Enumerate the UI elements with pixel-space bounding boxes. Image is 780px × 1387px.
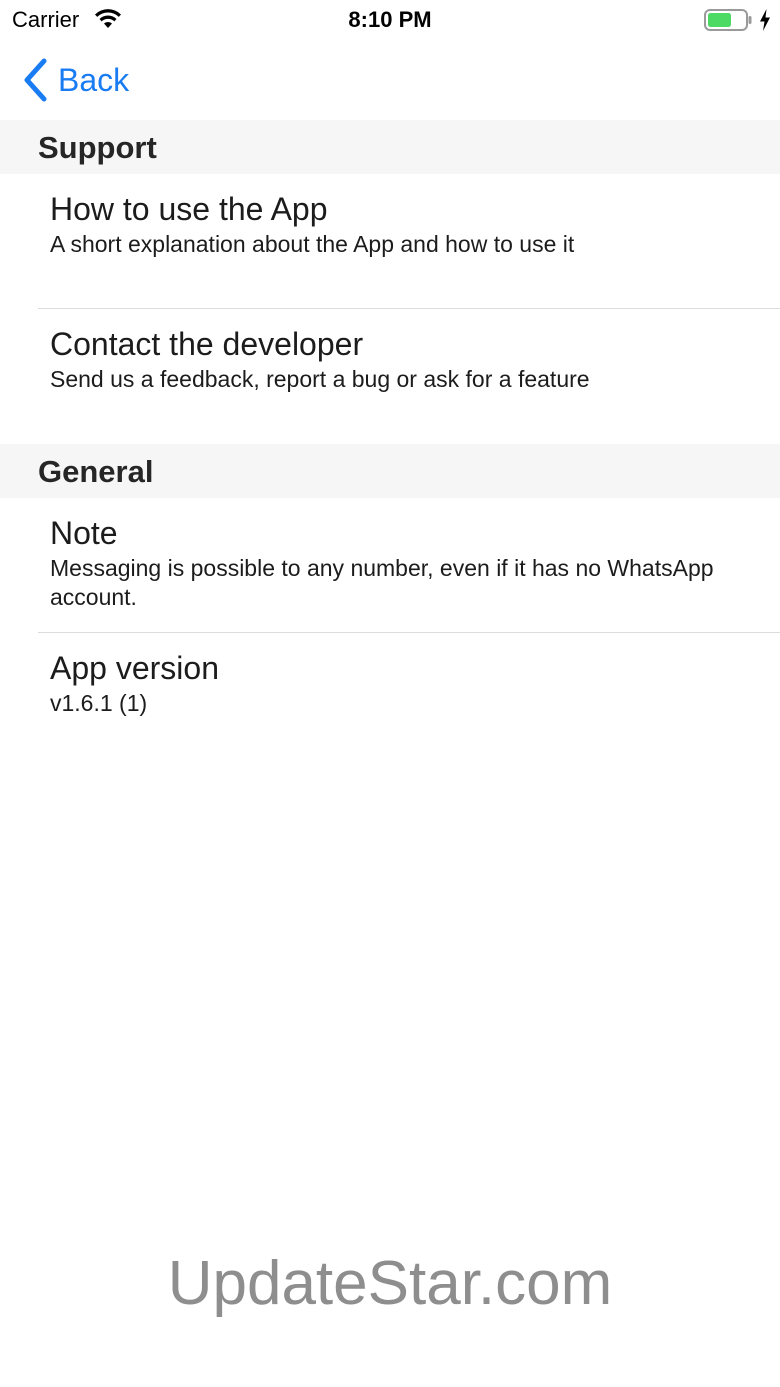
section-title: Support <box>38 130 157 165</box>
cell-subtitle: A short explanation about the App and ho… <box>50 231 575 257</box>
cell-subtitle: v1.6.1 (1) <box>50 690 148 716</box>
cell-subtitle: Send us a feedback, report a bug or ask … <box>50 366 590 392</box>
clock: 8:10 PM <box>348 7 432 32</box>
cell-note[interactable]: Note Messaging is possible to any number… <box>0 498 780 632</box>
charging-bolt-icon <box>760 9 770 31</box>
cell-title: Contact the developer <box>50 326 364 362</box>
section-header-general: General <box>0 444 780 498</box>
status-bar: Carrier 8:10 PM <box>0 0 780 40</box>
cell-how-to-use[interactable]: How to use the App A short explanation a… <box>0 174 780 308</box>
cell-subtitle: Messaging is possible to any number, eve… <box>50 555 714 610</box>
back-label: Back <box>58 62 130 98</box>
cell-title: Note <box>50 515 118 551</box>
watermark: UpdateStar.com <box>167 1249 613 1318</box>
cell-title: How to use the App <box>50 191 328 227</box>
cell-app-version[interactable]: App version v1.6.1 (1) <box>0 633 780 733</box>
cell-contact-developer[interactable]: Contact the developer Send us a feedback… <box>0 309 780 444</box>
battery-icon <box>704 9 752 31</box>
cell-title: App version <box>50 650 219 686</box>
section-title: General <box>38 454 154 489</box>
navigation-bar: Back <box>0 40 780 120</box>
back-button[interactable]: Back <box>22 56 129 104</box>
chevron-left-icon <box>24 58 47 102</box>
section-header-support: Support <box>0 120 780 174</box>
